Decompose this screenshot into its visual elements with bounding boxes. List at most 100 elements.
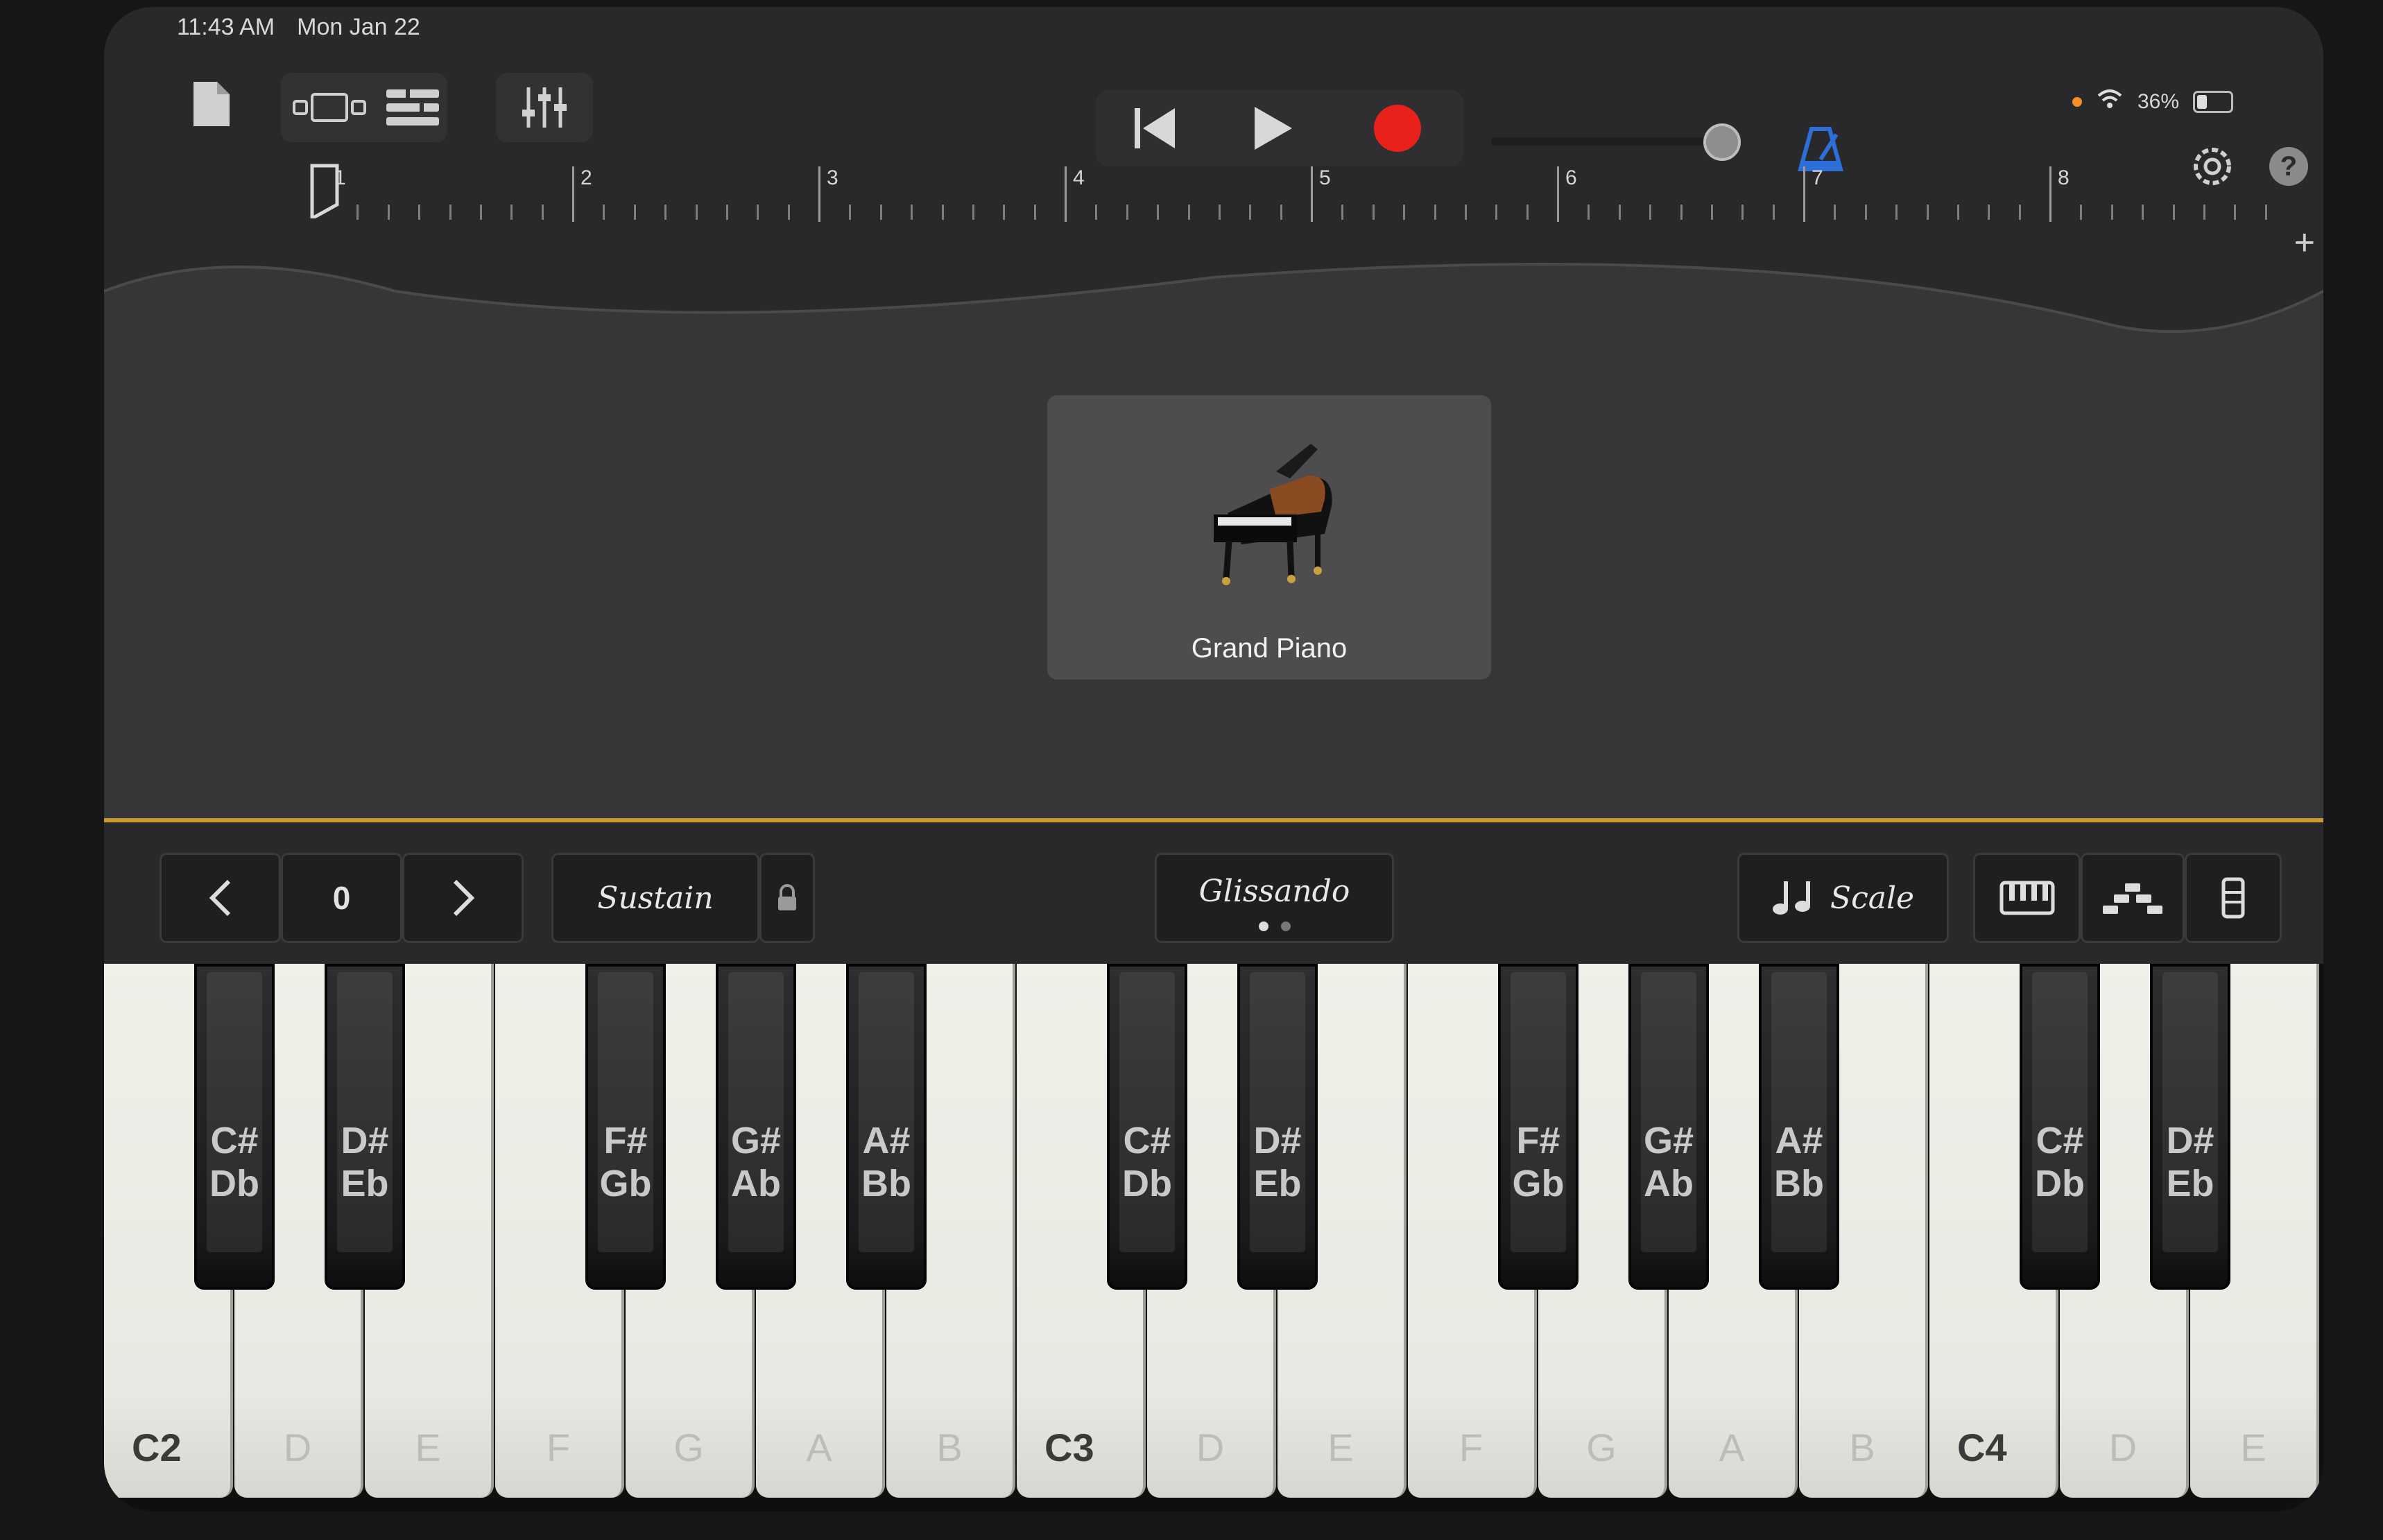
black-key-sharp-label: F# bbox=[1516, 1120, 1560, 1161]
key-size-button[interactable] bbox=[2185, 853, 2282, 943]
ruler-tick bbox=[2203, 205, 2205, 220]
black-key[interactable]: D# Eb bbox=[325, 964, 405, 1290]
record-button[interactable] bbox=[1352, 94, 1443, 163]
black-key-label: C# Db bbox=[2022, 1119, 2097, 1205]
black-key-label: G# Ab bbox=[1631, 1119, 1706, 1205]
black-key-flat-label: Gb bbox=[599, 1163, 652, 1204]
black-key[interactable]: A# Bb bbox=[1759, 964, 1839, 1290]
black-key-surface bbox=[859, 972, 914, 1252]
white-key-label: C3 bbox=[1044, 1426, 1094, 1469]
ruler-tick bbox=[418, 205, 421, 220]
arpeggiator-button[interactable] bbox=[2081, 853, 2185, 943]
ruler-tick bbox=[2142, 205, 2144, 220]
black-key[interactable]: A# Bb bbox=[846, 964, 927, 1290]
black-key[interactable]: F# Gb bbox=[1498, 964, 1578, 1290]
sustain-button[interactable]: Sustain bbox=[551, 853, 759, 943]
rewind-button[interactable] bbox=[1110, 94, 1200, 163]
piano-keyboard: C2 D E F G A B C3 D E F G A B C4 D E C# Db D# Eb F# Gb G# Ab A# Bb… bbox=[104, 964, 2323, 1512]
ruler-bar-line bbox=[1311, 166, 1313, 222]
black-key[interactable]: G# Ab bbox=[1628, 964, 1709, 1290]
mixer-icon bbox=[522, 87, 567, 128]
ruler-tick bbox=[1033, 205, 1036, 220]
timeline-ruler[interactable]: 1 2 3 4 5 6 7 8 bbox=[310, 164, 2323, 243]
ruler-tick bbox=[1434, 205, 1436, 220]
play-icon bbox=[1255, 107, 1292, 150]
ruler-tick bbox=[356, 205, 359, 220]
track-list-button[interactable] bbox=[381, 80, 444, 135]
ruler-tick bbox=[941, 205, 944, 220]
black-key-flat-label: Db bbox=[1122, 1163, 1172, 1204]
black-key-surface bbox=[1771, 972, 1827, 1252]
ruler-tick bbox=[479, 205, 482, 220]
status-time: 11:43 AM bbox=[177, 14, 275, 40]
black-key-surface bbox=[2162, 972, 2218, 1252]
black-key-label: A# Bb bbox=[1762, 1119, 1836, 1205]
ruler-tick bbox=[1003, 205, 1006, 220]
keyboard-layout-button[interactable] bbox=[1973, 853, 2081, 943]
ruler-tick bbox=[911, 205, 913, 220]
white-key-label: D bbox=[283, 1426, 312, 1469]
white-key-label: D bbox=[1196, 1426, 1225, 1469]
ruler-tick bbox=[1988, 205, 1990, 220]
arpeggiator-icon bbox=[2103, 883, 2162, 914]
ruler-tick bbox=[1895, 205, 1898, 220]
scale-label: Scale bbox=[1830, 880, 1915, 916]
black-key[interactable]: D# Eb bbox=[2150, 964, 2230, 1290]
white-key-label: B bbox=[936, 1426, 963, 1469]
black-key-flat-label: Ab bbox=[731, 1163, 781, 1204]
ruler-tick bbox=[1249, 205, 1252, 220]
ruler-tick bbox=[2234, 205, 2237, 220]
ruler-bar-number: 7 bbox=[1812, 166, 1823, 189]
ruler-tick bbox=[2172, 205, 2175, 220]
ruler-tick bbox=[1095, 205, 1098, 220]
tracks-view-icon bbox=[293, 93, 366, 122]
battery-percent: 36% bbox=[2137, 90, 2179, 113]
black-key-surface bbox=[207, 972, 262, 1252]
black-key-surface bbox=[1641, 972, 1696, 1252]
white-key-label: F bbox=[1459, 1426, 1483, 1469]
black-key[interactable]: C# Db bbox=[2020, 964, 2100, 1290]
ruler-tick bbox=[879, 205, 882, 220]
black-key[interactable]: C# Db bbox=[1107, 964, 1187, 1290]
white-key-label: G bbox=[673, 1426, 704, 1469]
black-key-label: C# Db bbox=[197, 1119, 272, 1205]
glissando-button[interactable]: Glissando bbox=[1155, 853, 1394, 943]
black-key-sharp-label: D# bbox=[2166, 1120, 2214, 1161]
instrument-selector[interactable]: Grand Piano bbox=[1047, 395, 1491, 680]
document-button[interactable] bbox=[184, 73, 239, 135]
master-volume-slider[interactable] bbox=[1491, 137, 1734, 146]
ruler-tick bbox=[1526, 205, 1529, 220]
master-volume-knob[interactable] bbox=[1703, 123, 1741, 161]
ruler-tick bbox=[1834, 205, 1836, 220]
sustain-lock-button[interactable] bbox=[759, 853, 815, 943]
black-key[interactable]: F# Gb bbox=[585, 964, 666, 1290]
black-key-flat-label: Bb bbox=[861, 1163, 911, 1204]
ruler-tick bbox=[387, 205, 390, 220]
play-button[interactable] bbox=[1228, 94, 1318, 163]
sustain-label: Sustain bbox=[597, 880, 714, 916]
black-key[interactable]: G# Ab bbox=[716, 964, 796, 1290]
ruler-tick bbox=[1280, 205, 1282, 220]
ruler-tick bbox=[2018, 205, 2021, 220]
black-key-label: A# Bb bbox=[849, 1119, 924, 1205]
ruler-bar-line bbox=[1557, 166, 1559, 222]
black-key-flat-label: Eb bbox=[2166, 1163, 2214, 1204]
ruler-tick bbox=[849, 205, 852, 220]
tracks-view-button[interactable] bbox=[291, 80, 368, 135]
ruler-tick bbox=[1741, 205, 1744, 220]
black-key[interactable]: C# Db bbox=[194, 964, 275, 1290]
scale-button[interactable]: Scale bbox=[1737, 853, 1949, 943]
chevron-left-icon bbox=[209, 879, 230, 917]
black-key-flat-label: Db bbox=[2035, 1163, 2085, 1204]
black-key-sharp-label: F# bbox=[603, 1120, 648, 1161]
ruler-tick bbox=[2110, 205, 2113, 220]
octave-down-button[interactable] bbox=[160, 853, 281, 943]
black-key-sharp-label: G# bbox=[730, 1120, 782, 1161]
black-key[interactable]: D# Eb bbox=[1237, 964, 1318, 1290]
black-key-sharp-label: C# bbox=[1123, 1120, 1171, 1161]
black-key-label: C# Db bbox=[1110, 1119, 1185, 1205]
mixer-button[interactable] bbox=[517, 80, 572, 135]
ruler-tick bbox=[2080, 205, 2083, 220]
octave-up-button[interactable] bbox=[402, 853, 524, 943]
ruler-tick bbox=[541, 205, 544, 220]
